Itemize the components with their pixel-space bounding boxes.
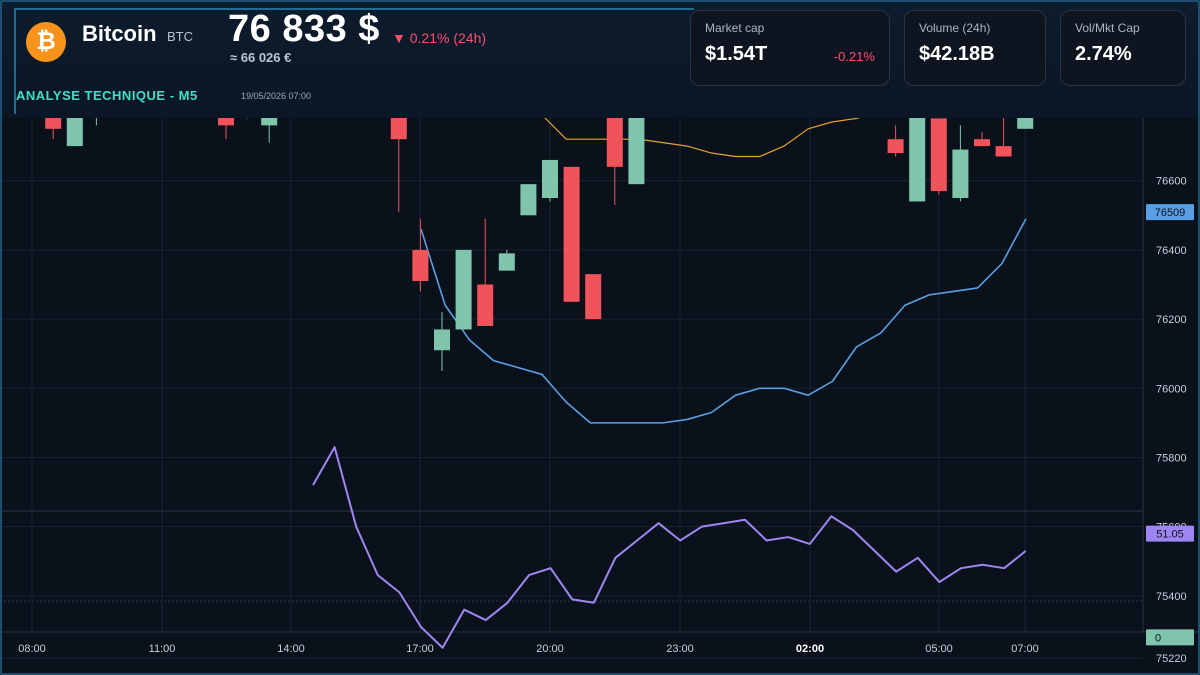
outer-frame: [0, 0, 1200, 675]
